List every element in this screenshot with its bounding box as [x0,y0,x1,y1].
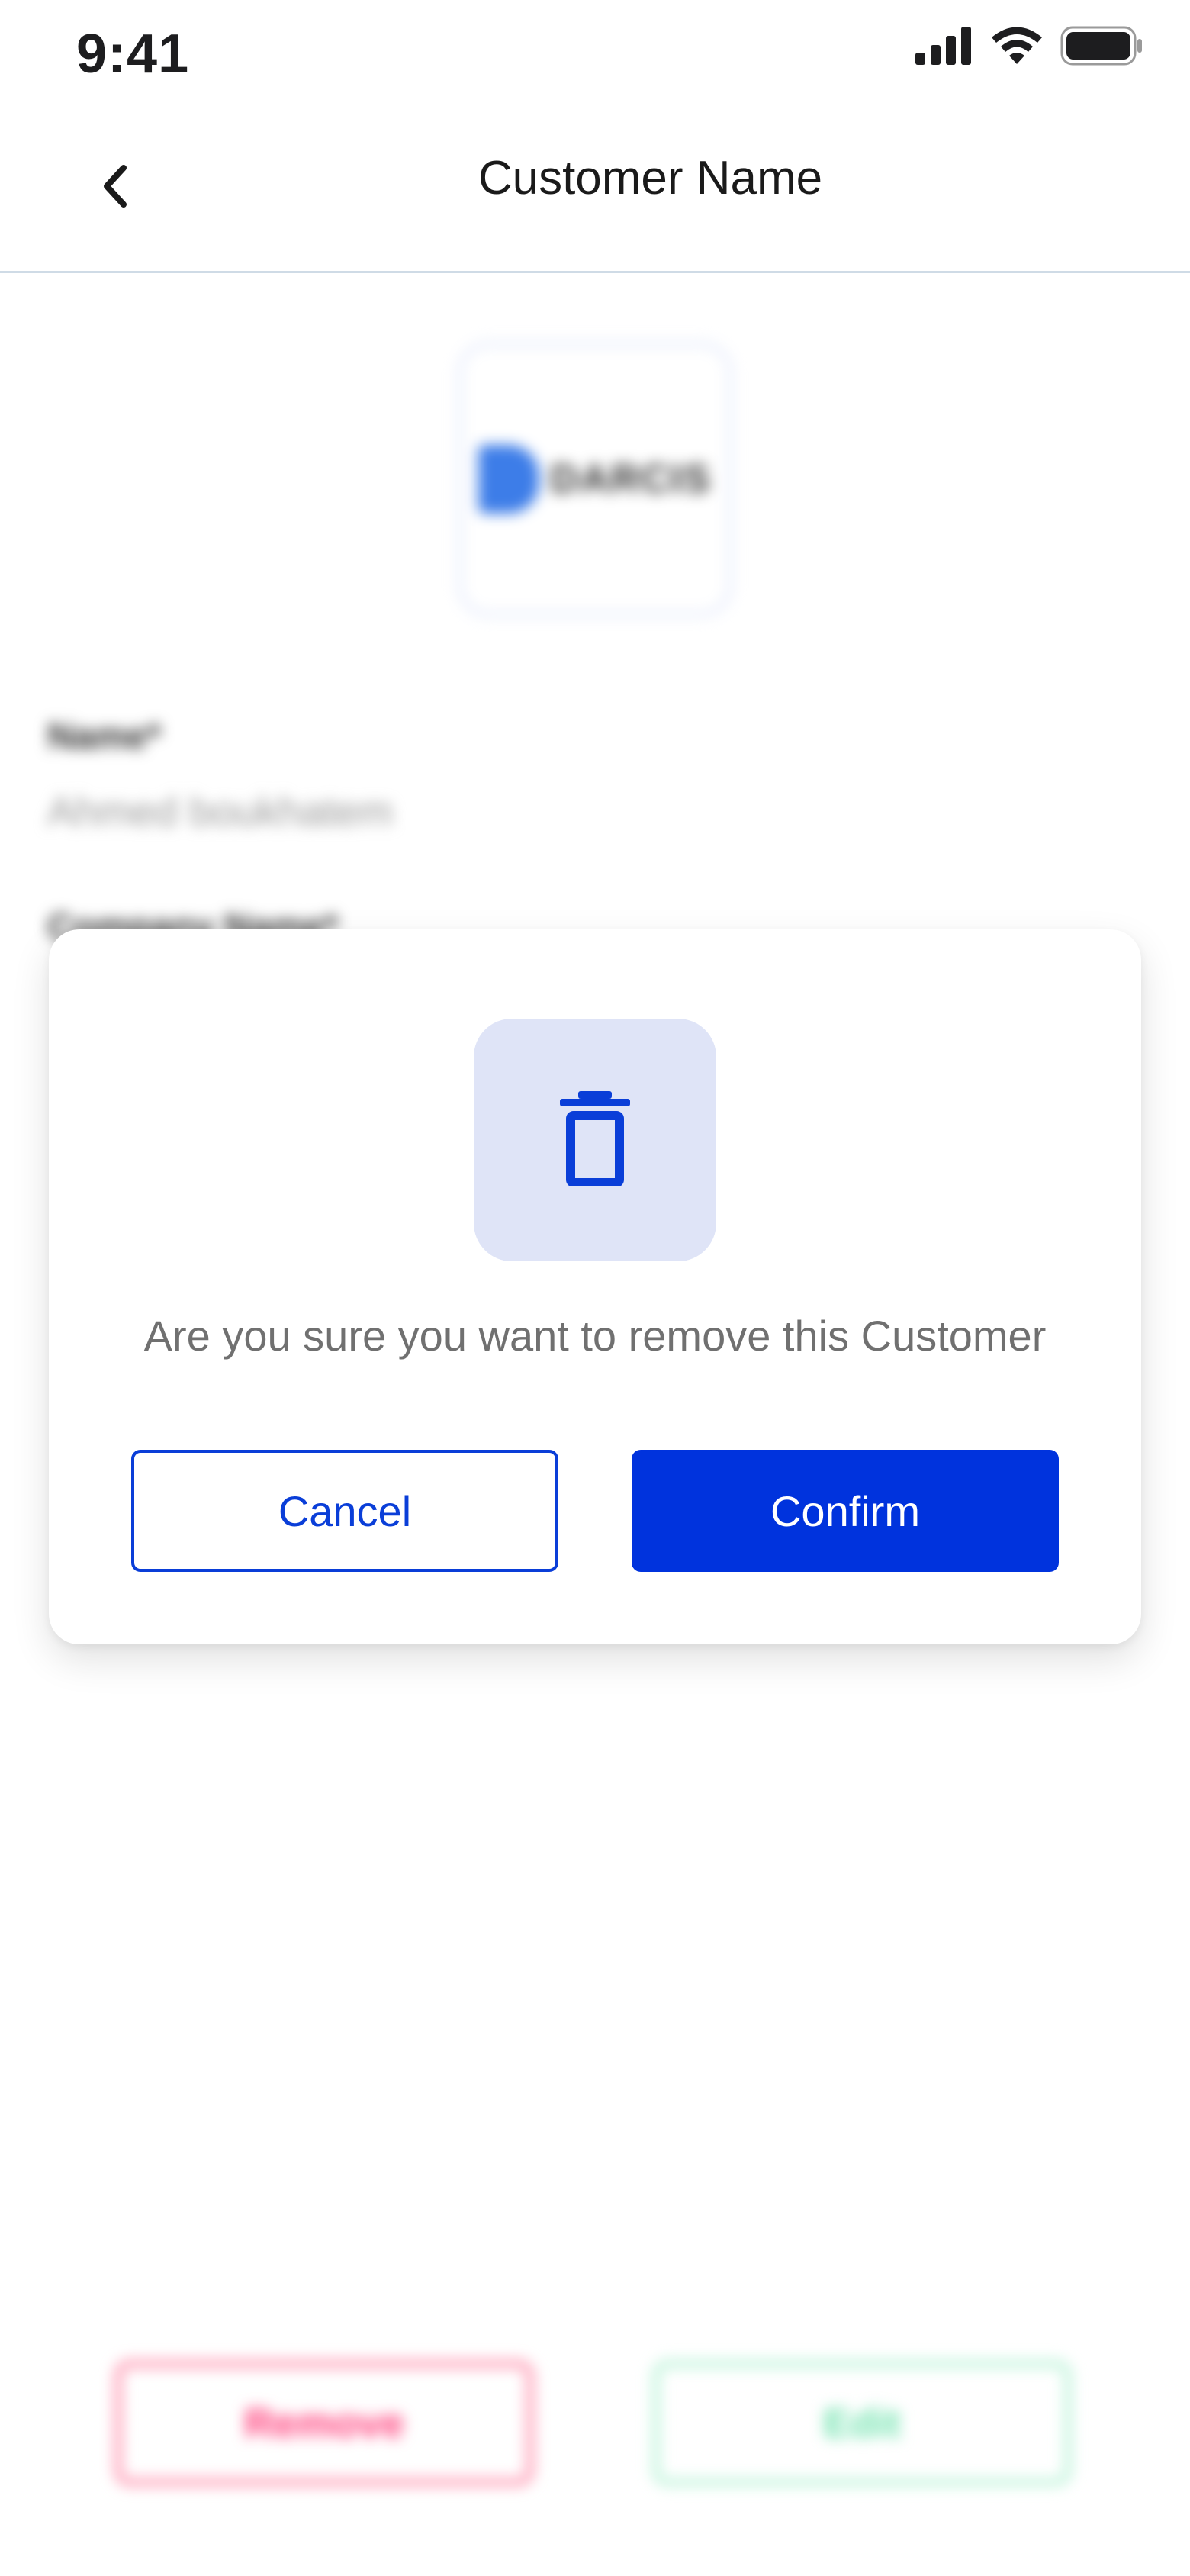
name-label: Name* [47,716,162,757]
status-time: 9:41 [76,24,190,85]
name-value: Ahmed boukhatem [47,789,394,835]
page-title: Customer Name [478,152,823,204]
logo-text: DARCIS [550,457,712,501]
remove-button: Remove [114,2360,534,2486]
confirmation-message: Are you sure you want to remove this Cus… [143,1312,1047,1360]
confirm-button[interactable]: Confirm [632,1450,1059,1572]
trash-icon [557,1090,633,1190]
wifi-icon [990,26,1044,69]
remove-confirmation-dialog: Are you sure you want to remove this Cus… [49,929,1141,1644]
status-bar: 9:41 [0,0,1190,104]
edit-button: Edit [652,2360,1072,2486]
navigation-bar: Customer Name [0,104,1190,273]
logo-mark [478,445,540,514]
cancel-button[interactable]: Cancel [131,1450,558,1572]
cellular-signal-icon [915,27,973,69]
status-icons [915,26,1144,69]
battery-icon [1060,26,1144,69]
company-logo: DARCIS [458,342,732,617]
remove-customer-screen: 9:41 Customer Name DARCIS Name* Ahmed bo… [0,0,1190,2576]
trash-icon-container [474,1019,716,1261]
